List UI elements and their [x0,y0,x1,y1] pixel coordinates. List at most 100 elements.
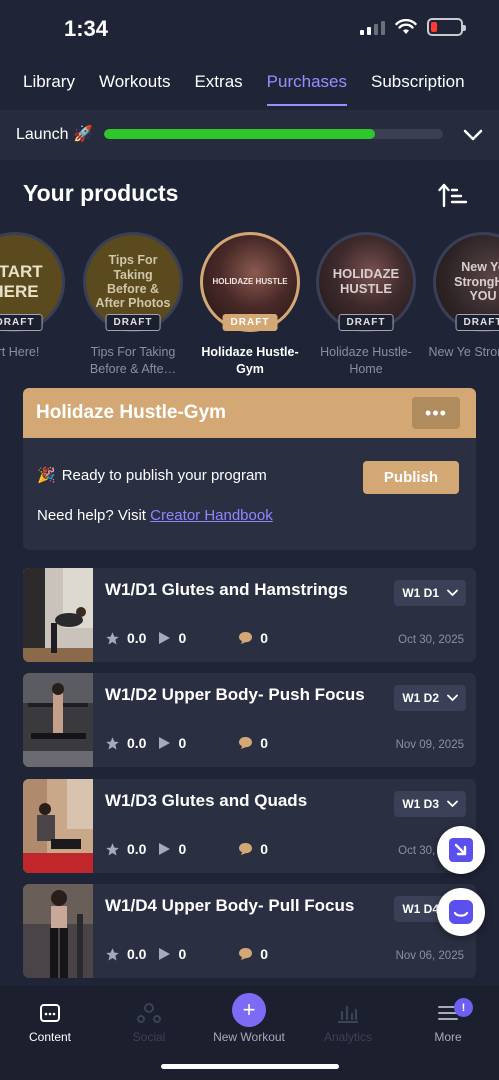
play-icon [159,737,171,749]
launch-progress-track [104,129,443,139]
workout-thumbnail [23,673,93,767]
launch-progress-fill [104,129,376,139]
help-text: Need help? Visit [37,507,146,524]
comments-stat: 0 [238,735,268,751]
product-name: Holidaze Hustle-Home [320,345,412,376]
tab-purchases[interactable]: Purchases [266,62,348,106]
product-new-year[interactable]: New Ye StrongHE YOU DRAFT New Ye StrongH… [428,230,499,361]
product-holidaze-home[interactable]: HOLIDAZE HUSTLE DRAFT Holidaze Hustle-Ho… [311,230,421,378]
comment-icon [239,948,253,960]
workout-title: W1/D4 Upper Body- Pull Focus [105,896,355,915]
products-title: Your products [23,180,179,206]
nav-social-label: Social [132,1030,166,1044]
chat-icon [449,900,473,924]
arrow-down-right-icon [449,838,473,862]
workout-title: W1/D2 Upper Body- Push Focus [105,685,365,704]
workout-card[interactable]: W1/D2 Upper Body- Push Focus W1 D2 0.0 0… [23,673,476,767]
star-icon [106,842,119,855]
help-row: Need help? Visit Creator Handbook [37,507,273,524]
publish-button[interactable]: Publish [363,461,459,494]
star-icon [106,631,119,644]
comments-stat: 0 [238,630,268,646]
program-header: Holidaze Hustle-Gym ••• [23,388,476,438]
nav-more[interactable]: ! More [398,998,498,1044]
tab-library[interactable]: Library [23,62,75,104]
more-options-button[interactable]: ••• [412,397,460,429]
comments-stat: 0 [238,841,268,857]
comments-value: 0 [260,946,269,962]
plays-value: 0 [178,630,187,646]
battery-icon [427,18,466,36]
tab-extras[interactable]: Extras [194,62,242,104]
nav-more-label: More [434,1030,462,1044]
comment-icon [239,632,253,644]
workout-card[interactable]: W1/D1 Glutes and Hamstrings W1 D1 0.0 0 … [23,568,476,662]
rating-stat: 0.0 [105,946,146,962]
workout-title: W1/D3 Glutes and Quads [105,791,308,810]
workout-title: W1/D1 Glutes and Hamstrings [105,580,348,599]
workout-stats: 0.0 0 0 [105,946,280,962]
chat-support-button[interactable] [437,888,485,936]
workout-day-select[interactable]: W1 D3 [394,791,466,817]
rating-stat: 0.0 [105,630,146,646]
nav-new-workout[interactable]: + New Workout [199,993,299,1044]
nav-analytics-label: Analytics [323,1030,373,1044]
workout-card[interactable]: W1/D4 Upper Body- Pull Focus W1 D4 0.0 0… [23,884,476,978]
nav-analytics[interactable]: Analytics [298,1000,398,1044]
cellular-signal-icon [360,19,385,35]
product-name: art Here! [0,345,40,359]
publish-prompt: 🎉 Ready to publish your program [37,466,267,485]
nav-social[interactable]: Social [99,1000,199,1044]
draft-badge: DRAFT [0,314,43,331]
star-icon [106,947,119,960]
rating-value: 0.0 [127,946,147,962]
scroll-down-button[interactable] [437,826,485,874]
workout-thumbnail [23,884,93,978]
draft-badge: DRAFT [222,314,278,331]
workout-date: Nov 06, 2025 [395,950,464,962]
rating-stat: 0.0 [105,841,146,857]
plays-value: 0 [178,946,187,962]
analytics-icon [338,1005,358,1023]
plays-value: 0 [178,735,187,751]
chevron-down-icon [447,589,458,597]
product-holidaze-gym[interactable]: HOLIDAZE HUSTLE DRAFT Holidaze Hustle-Gy… [195,230,305,378]
play-icon [159,948,171,960]
product-tips[interactable]: Tips For Taking Before & After Photos DR… [78,230,188,378]
product-start-here[interactable]: START HERE DRAFT art Here! [0,230,70,361]
play-icon [159,843,171,855]
nav-new-workout-label: New Workout [213,1030,285,1044]
product-name: Holidaze Hustle-Gym [201,345,299,376]
content-icon [40,1004,60,1022]
sort-icon[interactable] [438,182,468,208]
rating-stat: 0.0 [105,735,146,751]
creator-handbook-link[interactable]: Creator Handbook [150,507,273,524]
products-carousel[interactable]: START HERE DRAFT art Here! Tips For Taki… [0,230,499,380]
star-icon [106,736,119,749]
workout-day-select[interactable]: W1 D2 [394,685,466,711]
rating-value: 0.0 [127,735,147,751]
notification-badge: ! [454,998,473,1017]
workout-stats: 0.0 0 0 [105,630,280,646]
nav-content-label: Content [28,1030,72,1044]
plays-stat: 0 [158,735,186,751]
plus-icon: + [232,993,266,1027]
workout-day-label: W1 D1 [402,586,439,600]
workout-card[interactable]: W1/D3 Glutes and Quads W1 D3 0.0 0 0 Oct… [23,779,476,873]
chevron-down-icon [447,694,458,702]
product-name: Tips For Taking Before & Afte… [89,345,177,376]
status-time: 1:34 [64,16,109,41]
social-icon [137,1003,161,1023]
tab-workouts[interactable]: Workouts [99,62,171,104]
chevron-down-icon[interactable] [462,124,484,146]
launch-label: Launch 🚀 [16,126,93,143]
workout-day-label: W1 D4 [402,902,439,916]
top-tabs: Library Workouts Extras Purchases Subscr… [0,62,499,106]
nav-content[interactable]: Content [0,1000,100,1044]
rating-value: 0.0 [127,630,147,646]
tab-subscription[interactable]: Subscription [371,62,465,104]
plays-stat: 0 [158,841,186,857]
program-card: Holidaze Hustle-Gym ••• 🎉 Ready to publi… [23,388,476,550]
comments-stat: 0 [238,946,268,962]
workout-day-select[interactable]: W1 D1 [394,580,466,606]
